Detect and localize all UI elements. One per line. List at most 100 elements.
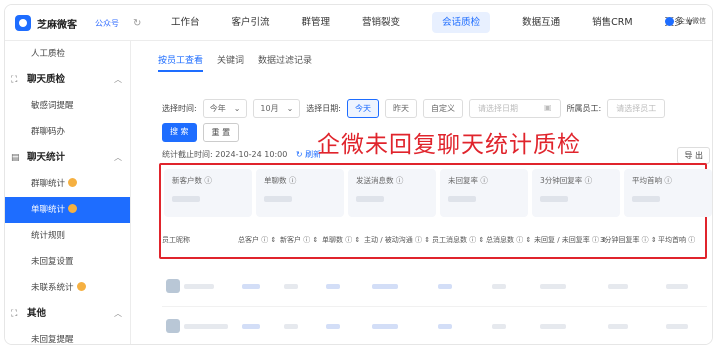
table-row[interactable] — [162, 267, 707, 307]
cell-blurred — [438, 284, 452, 289]
year-value: 今年 — [209, 104, 226, 113]
yesterday-chip[interactable]: 昨天 — [385, 99, 417, 118]
stat-card-value-blurred — [632, 196, 660, 202]
stat-card-label: 新客户数 ⓘ — [172, 176, 212, 185]
col-header-sortable[interactable]: 单聊数 ⓘ ⇕ — [322, 235, 364, 245]
table-header: 员工昵称 总客户 ⓘ ⇕ 新客户 ⓘ ⇕ 单聊数 ⓘ ⇕ 主动 / 被动沟通 ⓘ… — [162, 235, 705, 245]
refresh-icon: ↻ — [295, 150, 303, 159]
nav-item-session-qa[interactable]: 会话质检 — [416, 5, 506, 41]
sidebar-item-label: 人工质检 — [31, 49, 66, 59]
cell-blurred — [540, 284, 566, 289]
export-button[interactable]: 导 出 — [677, 147, 710, 164]
staff-label: 所属员工: — [566, 104, 602, 113]
sidebar-item-label: 敏感词提醒 — [31, 101, 74, 111]
today-chip[interactable]: 今天 — [347, 99, 379, 118]
col-header-sortable[interactable]: 员工消息数 ⓘ ⇕ — [432, 235, 486, 245]
col-header-sortable[interactable]: 主动 / 被动沟通 ⓘ ⇕ — [364, 235, 432, 245]
stat-card-label: 单聊数 ⓘ — [264, 176, 297, 185]
tab-filter-records[interactable]: 数据过滤记录 — [258, 53, 312, 72]
brand[interactable]: 芝麻微客 公众号 ↻ — [15, 15, 141, 31]
action-buttons: 搜 索 重 置 — [162, 123, 240, 142]
nav-item-session-qa-label: 会话质检 — [432, 12, 491, 33]
stat-card-messages-sent: 发送消息数 ⓘ — [348, 169, 436, 217]
staff-input[interactable]: 请选择员工 — [607, 99, 666, 118]
sidebar-item-single-stats[interactable]: 单聊统计 — [5, 197, 130, 223]
sidebar-group-chat-qa[interactable]: ⛶ 聊天质检 ︿ — [5, 67, 130, 93]
nav-item-marketing[interactable]: 营销裂变 — [346, 5, 416, 41]
sidebar-item-no-reply-settings[interactable]: 未回复设置 — [5, 249, 130, 275]
cell-blurred — [284, 284, 298, 289]
date-input[interactable]: 请选择日期 ▣ — [469, 99, 561, 118]
stat-card-label: 3分钟回复率 ⓘ — [540, 176, 593, 185]
sidebar-item-label: 统计规则 — [31, 231, 66, 241]
col-header-sortable[interactable]: 3分钟回复率 ⓘ ⇕ — [600, 235, 658, 245]
cell-blurred — [326, 324, 340, 329]
refresh-icon[interactable]: ↻ — [133, 18, 141, 29]
brand-tag[interactable]: 公众号 — [95, 18, 119, 29]
sidebar-item-label: 群聊码办 — [31, 127, 66, 137]
cell-blurred — [608, 284, 628, 289]
cell-blurred — [666, 284, 688, 289]
col-header-sortable[interactable]: 总客户 ⓘ ⇕ — [238, 235, 280, 245]
avatar — [166, 279, 180, 293]
premium-badge-icon — [68, 178, 78, 187]
sidebar-group-other[interactable]: ⛶ 其他 ︿ — [5, 301, 130, 327]
date-label: 选择日期: — [306, 104, 341, 113]
cell-blurred — [326, 284, 340, 289]
company-name: 企业微信 — [678, 17, 706, 25]
col-header-sortable[interactable]: 新客户 ⓘ ⇕ — [280, 235, 322, 245]
app-window: 芝麻微客 公众号 ↻ 工作台 客户引流 群管理 营销裂变 会话质检 数据互通 销… — [4, 4, 713, 345]
sidebar-group-label: 其他 — [27, 308, 47, 319]
stat-time: 统计截止时间: 2024-10-24 10:00 ↻ 刷新 — [162, 149, 321, 160]
tab-by-staff[interactable]: 按员工查看 — [158, 53, 204, 72]
table-row[interactable] — [162, 307, 707, 344]
brand-name: 芝麻微客 — [37, 19, 77, 31]
table-body — [162, 267, 707, 344]
brand-logo-icon — [15, 15, 31, 31]
sidebar-group-label: 聊天质检 — [27, 74, 66, 85]
col-header-sortable[interactable]: 总消息数 ⓘ ⇕ — [486, 235, 534, 245]
search-button[interactable]: 搜 索 — [162, 123, 197, 142]
chevron-down-icon: ⌄ — [286, 104, 294, 113]
month-select[interactable]: 10月 ⌄ — [253, 99, 301, 118]
sidebar-item-stat-rules[interactable]: 统计规则 — [5, 223, 130, 249]
reset-button[interactable]: 重 置 — [202, 123, 240, 142]
stat-card-avg-first-response: 平均首响 ⓘ — [624, 169, 712, 217]
company-switch[interactable]: 企业微信 — [665, 16, 706, 26]
chevron-up-icon: ︿ — [114, 75, 122, 84]
chat-icon: ⛶ — [11, 75, 18, 85]
year-select[interactable]: 今年 ⌄ — [202, 99, 248, 118]
sidebar-item-no-reply-reminder[interactable]: 未回复提醒 — [5, 327, 130, 345]
sidebar-item-manual-qa[interactable]: 人工质检 — [5, 41, 130, 67]
sidebar-item-group-chat[interactable]: 群聊码办 — [5, 119, 130, 145]
nav-item-data-sync[interactable]: 数据互通 — [506, 5, 576, 41]
calendar-icon: ▣ — [544, 103, 552, 112]
custom-chip[interactable]: 自定义 — [423, 99, 463, 118]
cell-blurred — [438, 324, 452, 329]
stat-time-label: 统计截止时间: 2024-10-24 10:00 — [162, 150, 288, 159]
nav-item-sales-crm[interactable]: 销售CRM — [576, 5, 648, 41]
cell-blurred — [242, 324, 260, 329]
stat-card-label: 未回复率 ⓘ — [448, 176, 488, 185]
cell-blurred — [492, 284, 506, 289]
stat-cards: 新客户数 ⓘ 单聊数 ⓘ 发送消息数 ⓘ 未回复率 ⓘ 3分钟回复率 ⓘ 平均首… — [164, 169, 712, 217]
sidebar-item-no-contact-stats[interactable]: 未联系统计 — [5, 275, 130, 301]
sidebar-item-label: 单聊统计 — [31, 205, 66, 215]
stats-icon: ▤ — [11, 153, 20, 163]
chevron-down-icon: ⌄ — [233, 104, 241, 113]
tabs: 按员工查看 关键词 数据过滤记录 — [158, 53, 312, 72]
col-header-sortable[interactable]: 未回复 / 未回复率 ⓘ ⇕ — [534, 235, 607, 245]
cell-blurred — [666, 324, 688, 329]
nav-item-customer-acquisition[interactable]: 客户引流 — [216, 5, 286, 41]
tab-keywords[interactable]: 关键词 — [217, 53, 244, 72]
sidebar-item-group-stats[interactable]: 群聊统计 — [5, 171, 130, 197]
sidebar-item-label: 未回复提醒 — [31, 335, 74, 345]
staff-placeholder: 请选择员工 — [616, 104, 657, 113]
stat-card-single-chats: 单聊数 ⓘ — [256, 169, 344, 217]
nav-item-workbench[interactable]: 工作台 — [155, 5, 216, 41]
nav-item-group-management[interactable]: 群管理 — [286, 5, 347, 41]
cell-blurred — [242, 284, 260, 289]
sidebar-group-chat-stats[interactable]: ▤ 聊天统计 ︿ — [5, 145, 130, 171]
sidebar-item-sensitive-words[interactable]: 敏感词提醒 — [5, 93, 130, 119]
stat-card-3min-reply-rate: 3分钟回复率 ⓘ — [532, 169, 620, 217]
